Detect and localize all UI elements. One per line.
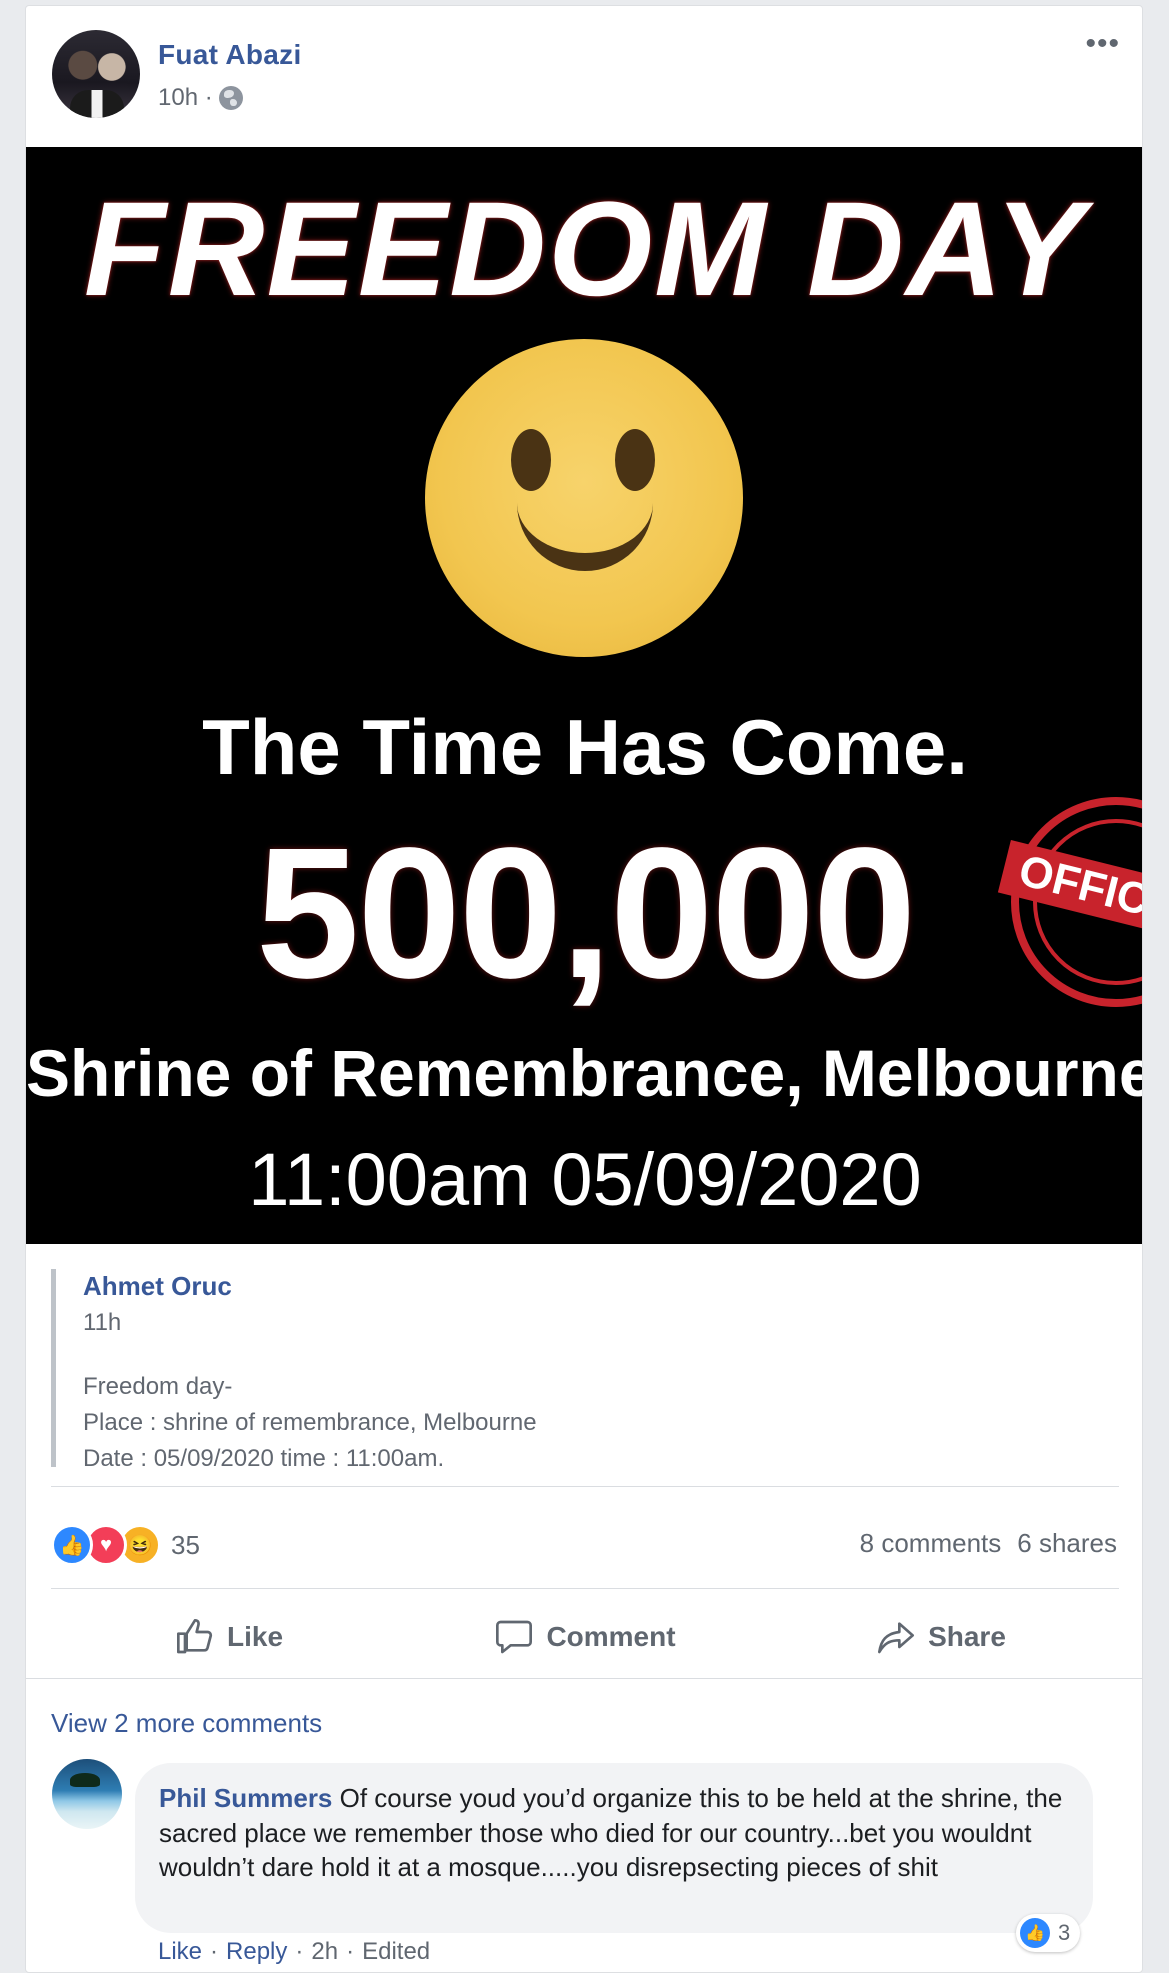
like-reaction-icon: 👍	[51, 1524, 93, 1566]
shares-count-link[interactable]: 6 shares	[1017, 1528, 1117, 1559]
comment-button[interactable]: Comment	[407, 1597, 763, 1677]
comment-actions: Like · Reply · 2h · Edited	[158, 1938, 431, 1966]
poster-number: 500,000	[256, 810, 916, 1017]
smiley-face-icon	[425, 339, 743, 657]
comment-label: Comment	[546, 1621, 676, 1652]
share-button[interactable]: Share	[763, 1597, 1119, 1677]
commenter-avatar[interactable]	[52, 1759, 122, 1829]
commenter-name[interactable]: Phil Summers	[159, 1783, 332, 1813]
comment-icon	[496, 1620, 533, 1654]
divider	[51, 1486, 1119, 1487]
comment-reaction-badge[interactable]: 👍 3	[1016, 1914, 1081, 1952]
comments-count-link[interactable]: 8 comments	[860, 1528, 1002, 1559]
poster-title: FREEDOM DAY	[83, 175, 1087, 324]
shared-line: Place : shrine of remembrance, Melbourne	[83, 1409, 537, 1436]
poster-tagline: The Time Has Come.	[202, 703, 968, 791]
shared-text: Freedom day- Place : shrine of remembran…	[83, 1369, 537, 1477]
shared-post-quote[interactable]: Ahmet Oruc 11h Freedom day- Place : shri…	[51, 1269, 1111, 1472]
comment-reaction-count: 3	[1058, 1920, 1071, 1945]
view-more-comments-link[interactable]: View 2 more comments	[51, 1708, 322, 1739]
comment-time[interactable]: 2h	[311, 1938, 338, 1966]
comment-reply-link[interactable]: Reply	[226, 1938, 287, 1966]
post-stats: 8 comments 6 shares	[860, 1528, 1117, 1559]
thumbs-up-icon	[176, 1619, 213, 1654]
post-actions: Like Comment Share	[51, 1597, 1119, 1677]
shared-author-name[interactable]: Ahmet Oruc	[83, 1271, 232, 1302]
post-meta: 10h ·	[158, 84, 243, 112]
poster-datetime: 11:00am 05/09/2020	[248, 1138, 922, 1221]
like-button[interactable]: Like	[51, 1597, 407, 1677]
poster-place: Shrine of Remembrance, Melbourne	[26, 1036, 1143, 1110]
divider	[51, 1588, 1119, 1589]
reaction-summary[interactable]: 👍 ♥ 😆 35	[51, 1524, 200, 1566]
post-image[interactable]: FREEDOM DAY The Time Has Come. 500,000 O…	[26, 147, 1143, 1244]
divider	[26, 1678, 1142, 1679]
shared-line: Date : 05/09/2020 time : 11:00am.	[83, 1445, 445, 1472]
comment-like-link[interactable]: Like	[158, 1938, 202, 1966]
shared-line: Freedom day-	[83, 1373, 233, 1400]
reaction-count: 35	[171, 1529, 200, 1560]
post-author-name[interactable]: Fuat Abazi	[158, 39, 302, 71]
share-arrow-icon	[878, 1622, 915, 1654]
comment-edited-label[interactable]: Edited	[362, 1938, 430, 1966]
comment-bubble: Phil Summers Of course youd you’d organi…	[135, 1763, 1093, 1933]
official-stamp-icon: OFFICI	[997, 797, 1142, 1007]
shared-time[interactable]: 11h	[83, 1309, 121, 1337]
share-label: Share	[928, 1621, 1006, 1652]
like-label: Like	[226, 1621, 284, 1652]
like-reaction-icon: 👍	[1020, 1918, 1050, 1948]
post-time[interactable]: 10h ·	[158, 84, 213, 112]
post-card: Fuat Abazi 10h · ••• FREEDOM DAY The Tim…	[25, 5, 1143, 1973]
globe-icon	[218, 86, 243, 110]
more-options-icon[interactable]: •••	[1085, 29, 1120, 59]
author-avatar[interactable]	[52, 30, 140, 118]
